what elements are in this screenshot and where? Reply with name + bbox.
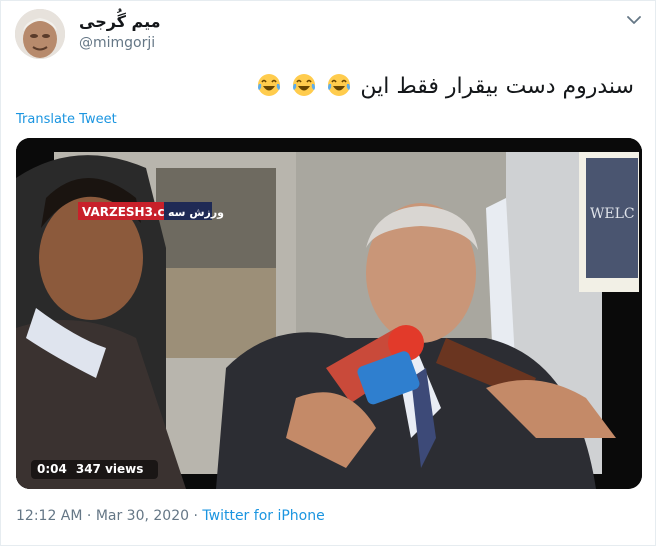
tears-of-joy-emoji-icon xyxy=(293,74,316,96)
tweet-date[interactable]: Mar 30, 2020 xyxy=(96,508,189,524)
tweet-source-link[interactable]: Twitter for iPhone xyxy=(202,508,324,524)
user-handle[interactable]: @mimgorji xyxy=(79,35,155,51)
video-stats-badge: 0:04 347 views xyxy=(31,460,159,479)
tweet-meta: 12:12 AM · Mar 30, 2020 · Twitter for iP… xyxy=(16,508,325,524)
video-player[interactable]: WELC VARZESH3.com ورزش سه xyxy=(16,138,642,489)
emoji-group xyxy=(255,74,353,99)
tweet-body: سندروم دست بیقرار فقط این xyxy=(360,74,634,99)
tears-of-joy-emoji-icon xyxy=(258,74,281,96)
background-sign-text: WELC xyxy=(590,206,635,222)
avatar[interactable] xyxy=(15,9,65,59)
tears-of-joy-emoji-icon xyxy=(328,74,351,96)
avatar-photo xyxy=(15,9,65,59)
display-name[interactable]: میم گُرجی xyxy=(79,12,161,31)
video-frame: WELC VARZESH3.com ورزش سه xyxy=(16,138,642,489)
meta-separator: · xyxy=(193,508,198,524)
chevron-down-icon[interactable] xyxy=(625,11,643,29)
tweet-text: سندروم دست بیقرار فقط این xyxy=(255,72,634,99)
watermark-persian: ورزش سه xyxy=(168,206,224,219)
meta-separator: · xyxy=(86,508,92,524)
translate-tweet-link[interactable]: Translate Tweet xyxy=(16,112,117,127)
tweet-time[interactable]: 12:12 AM xyxy=(16,508,82,524)
video-duration: 0:04 xyxy=(37,462,67,476)
video-views: 347 views xyxy=(75,462,144,476)
